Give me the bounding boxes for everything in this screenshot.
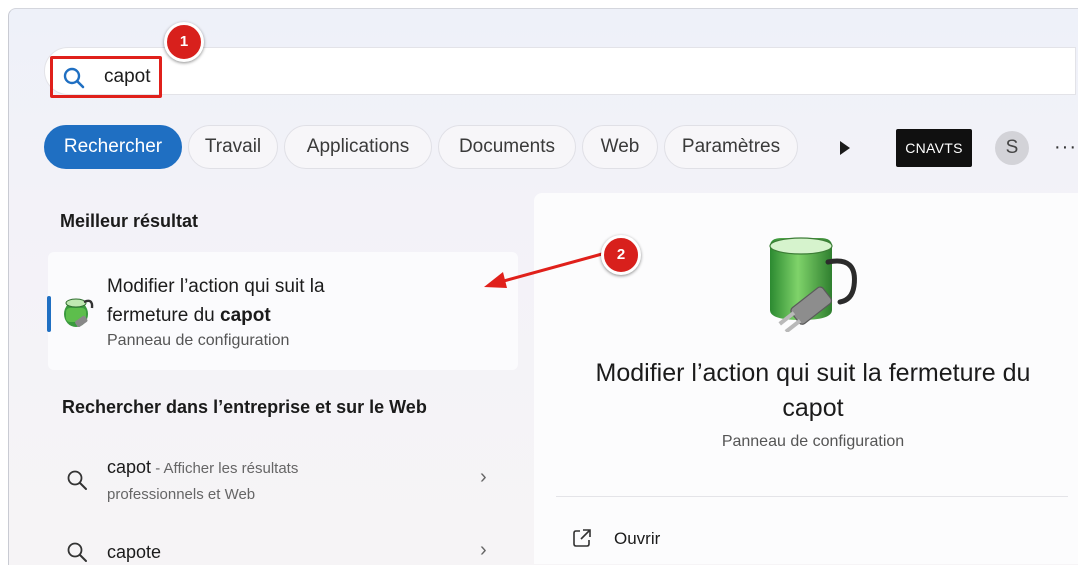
avatar[interactable]: S [995, 131, 1029, 165]
search-icon [63, 67, 85, 89]
web-result-capot-desc: professionnels et Web [107, 486, 256, 503]
filter-chip-travail[interactable]: Travail [188, 125, 278, 169]
preview-title: Modifier l’action qui suit la fermeture … [595, 359, 1031, 422]
web-result-capote[interactable]: capote [107, 542, 161, 563]
org-badge[interactable]: CNAVTS [896, 129, 972, 167]
annotation-callout-1: 1 [164, 22, 204, 62]
battery-plug-icon [769, 237, 857, 332]
open-external-icon[interactable] [572, 528, 592, 548]
open-action-label[interactable]: Ouvrir [614, 529, 660, 549]
more-options-icon[interactable]: ··· [1054, 136, 1077, 159]
battery-plug-icon [64, 298, 94, 327]
filter-chip-web[interactable]: Web [582, 125, 658, 169]
web-search-heading: Rechercher dans l’entreprise et sur le W… [62, 397, 427, 417]
annotation-arrow [484, 252, 603, 288]
search-input[interactable]: capot [104, 66, 150, 88]
filter-chip-documents[interactable]: Documents [438, 125, 576, 169]
preview-subtitle: Panneau de configuration [721, 433, 905, 450]
filter-chip-parametres[interactable]: Paramètres [664, 125, 798, 169]
search-icon [67, 542, 87, 562]
chevron-right-icon[interactable]: › [480, 539, 487, 562]
best-match-title: Modifier l’action qui suit la fermeture … [107, 276, 325, 326]
web-result-capot[interactable]: capot - Afficher les résultats [107, 457, 298, 478]
filter-chip-rechercher[interactable]: Rechercher [44, 125, 182, 169]
divider [556, 496, 1068, 497]
selection-indicator [47, 296, 51, 332]
annotation-callout-2: 2 [601, 235, 641, 275]
best-match-heading: Meilleur résultat [60, 211, 199, 231]
chevron-right-icon[interactable]: › [480, 466, 487, 489]
search-icon [67, 470, 87, 490]
filter-chip-applications[interactable]: Applications [284, 125, 432, 169]
play-icon[interactable] [838, 140, 852, 156]
best-match-subtitle: Panneau de configuration [107, 332, 290, 349]
